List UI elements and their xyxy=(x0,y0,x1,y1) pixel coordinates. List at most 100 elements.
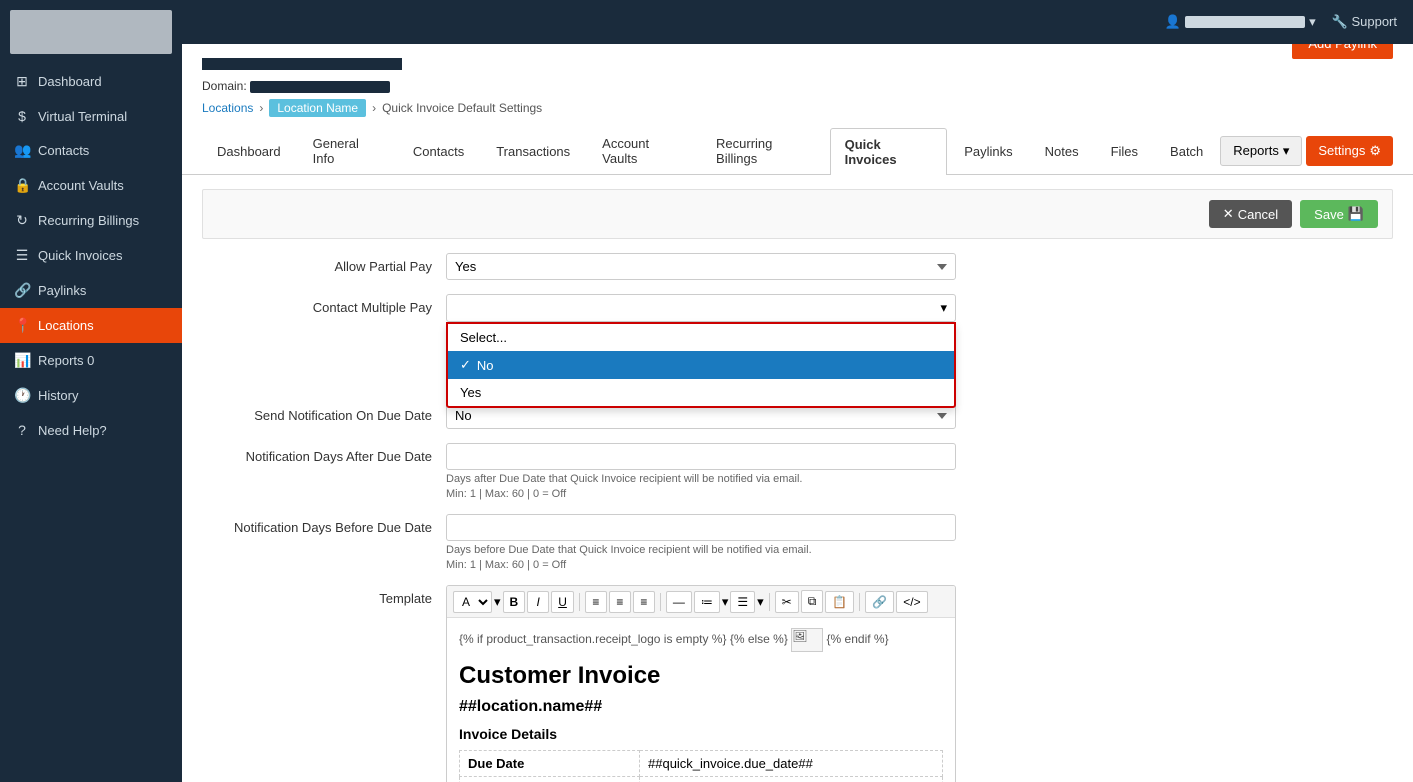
font-family-select[interactable]: A xyxy=(453,591,492,613)
cancel-x-icon: ✕ xyxy=(1223,206,1234,222)
align-center-button[interactable]: ≡ xyxy=(609,591,631,613)
editor-content[interactable]: {% if product_transaction.receipt_logo i… xyxy=(447,618,955,782)
breadcrumb-middle[interactable]: Location Name xyxy=(269,99,366,117)
toolbar-chevron-icon: ▾ xyxy=(494,594,501,610)
add-paylink-button[interactable]: Add Paylink xyxy=(1292,44,1393,59)
link-button[interactable]: 🔗 xyxy=(865,591,894,613)
domain-row: Domain: xyxy=(202,79,402,93)
underline-button[interactable]: U xyxy=(551,591,574,613)
settings-button[interactable]: Settings ⚙ xyxy=(1306,136,1393,166)
sidebar-item-need-help[interactable]: ? Need Help? xyxy=(0,413,182,447)
contact-multiple-pay-label: Contact Multiple Pay xyxy=(202,294,432,315)
invoice-table: Due Date ##quick_invoice.due_date## Invo… xyxy=(459,750,943,782)
option-label: Select... xyxy=(460,330,507,345)
sidebar-item-label: Need Help? xyxy=(38,423,107,438)
sidebar-item-account-vaults[interactable]: 🔒 Account Vaults xyxy=(0,168,182,203)
row-value: ##quick_invoice.title## xyxy=(640,777,943,782)
hr-button[interactable]: — xyxy=(666,591,692,613)
sidebar-item-label: Reports 0 xyxy=(38,353,94,368)
notification-days-after-help1: Days after Due Date that Quick Invoice r… xyxy=(446,473,956,485)
tab-batch[interactable]: Batch xyxy=(1155,135,1218,167)
reports-button[interactable]: Reports ▾ xyxy=(1220,136,1302,166)
cancel-button[interactable]: ✕ Cancel xyxy=(1209,200,1292,228)
topbar: 👤 ▾ 🔧 Support xyxy=(182,0,1413,44)
notification-days-before-label: Notification Days Before Due Date xyxy=(202,514,432,535)
locations-icon: 📍 xyxy=(14,317,30,334)
sidebar-item-history[interactable]: 🕐 History xyxy=(0,378,182,413)
tab-paylinks[interactable]: Paylinks xyxy=(949,135,1027,167)
cut-button[interactable]: ✂ xyxy=(775,591,799,613)
save-button[interactable]: Save 💾 xyxy=(1300,200,1378,228)
page-title xyxy=(202,58,402,70)
sidebar-item-label: Paylinks xyxy=(38,283,86,298)
notification-days-after-control: Days after Due Date that Quick Invoice r… xyxy=(446,443,956,500)
breadcrumb-sep2: › xyxy=(372,101,376,115)
paste-button[interactable]: 📋 xyxy=(825,591,854,613)
form-area: ✕ Cancel Save 💾 Allow Partial Pay Yes No xyxy=(182,175,1413,782)
contact-multiple-pay-row: Contact Multiple Pay ▾ Select... ✓ No xyxy=(202,294,1393,322)
sidebar-item-reports[interactable]: 📊 Reports 0 xyxy=(0,343,182,378)
tab-notes[interactable]: Notes xyxy=(1030,135,1094,167)
align-left-button[interactable]: ≡ xyxy=(585,591,607,613)
domain-value xyxy=(250,81,390,93)
notification-days-before-row: Notification Days Before Due Date Days b… xyxy=(202,514,1393,571)
tab-quick-invoices[interactable]: Quick Invoices xyxy=(830,128,948,175)
option-label: Yes xyxy=(460,385,481,400)
tab-contacts[interactable]: Contacts xyxy=(398,135,479,167)
tab-general-info[interactable]: General Info xyxy=(298,127,396,174)
code-button[interactable]: </> xyxy=(896,591,927,613)
tab-account-vaults[interactable]: Account Vaults xyxy=(587,127,699,174)
settings-gear-icon: ⚙ xyxy=(1369,143,1381,159)
tab-dashboard[interactable]: Dashboard xyxy=(202,135,296,167)
tab-transactions[interactable]: Transactions xyxy=(481,135,585,167)
form-actions: ✕ Cancel Save 💾 xyxy=(202,189,1393,239)
breadcrumb-locations[interactable]: Locations xyxy=(202,101,253,115)
align-right-button[interactable]: ≡ xyxy=(633,591,655,613)
invoice-details-title: Invoice Details xyxy=(459,726,943,742)
sidebar-item-label: Locations xyxy=(38,318,94,333)
sidebar-item-virtual-terminal[interactable]: $ Virtual Terminal xyxy=(0,99,182,133)
paylinks-icon: 🔗 xyxy=(14,282,30,299)
template-code-line1: {% if product_transaction.receipt_logo i… xyxy=(459,628,943,652)
dropdown-option-no[interactable]: ✓ No xyxy=(448,351,954,379)
notification-days-after-input[interactable] xyxy=(446,443,956,470)
bold-button[interactable]: B xyxy=(503,591,526,613)
template-row: Template A ▾ B I U ≡ ≡ ≡ xyxy=(202,585,1393,782)
sidebar-item-dashboard[interactable]: ⊞ Dashboard xyxy=(0,64,182,99)
copy-button[interactable]: ⧉ xyxy=(801,590,824,613)
separator-4 xyxy=(859,593,860,611)
domain-label: Domain: xyxy=(202,79,247,93)
sidebar-item-recurring-billings[interactable]: ↻ Recurring Billings xyxy=(0,203,182,238)
user-icon: 👤 xyxy=(1165,14,1181,30)
table-row: Invoice Title ##quick_invoice.title## xyxy=(460,777,943,782)
list-ol-button[interactable]: ☰ xyxy=(730,591,755,613)
contacts-icon: 👥 xyxy=(14,142,30,159)
list-ul-button[interactable]: ≔ xyxy=(694,591,720,613)
tab-recurring-billings[interactable]: Recurring Billings xyxy=(701,127,828,174)
recurring-icon: ↻ xyxy=(14,212,30,229)
sidebar-item-quick-invoices[interactable]: ☰ Quick Invoices xyxy=(0,238,182,273)
topbar-user[interactable]: 👤 ▾ xyxy=(1165,14,1316,30)
sidebar-item-locations[interactable]: 📍 Locations xyxy=(0,308,182,343)
reports-chevron-icon: ▾ xyxy=(1283,143,1290,159)
sidebar-item-paylinks[interactable]: 🔗 Paylinks xyxy=(0,273,182,308)
tab-files[interactable]: Files xyxy=(1096,135,1153,167)
trigger-chevron-icon: ▾ xyxy=(940,300,947,316)
sidebar-item-contacts[interactable]: 👥 Contacts xyxy=(0,133,182,168)
row-value: ##quick_invoice.due_date## xyxy=(640,751,943,777)
contact-multiple-pay-dropdown: Select... ✓ No Yes xyxy=(446,322,956,408)
sidebar-item-label: Virtual Terminal xyxy=(38,109,127,124)
dropdown-option-select[interactable]: Select... xyxy=(448,324,954,351)
contact-multiple-pay-control: ▾ Select... ✓ No Yes xyxy=(446,294,956,322)
invoices-icon: ☰ xyxy=(14,247,30,264)
allow-partial-pay-select[interactable]: Yes No xyxy=(446,253,956,280)
italic-button[interactable]: I xyxy=(527,591,549,613)
sidebar-item-label: Dashboard xyxy=(38,74,102,89)
editor-toolbar: A ▾ B I U ≡ ≡ ≡ — ≔ ▾ xyxy=(447,586,955,618)
dropdown-option-yes[interactable]: Yes xyxy=(448,379,954,406)
topbar-support[interactable]: 🔧 Support xyxy=(1332,14,1397,30)
notification-days-before-input[interactable] xyxy=(446,514,956,541)
contact-multiple-pay-trigger[interactable]: ▾ xyxy=(446,294,956,322)
help-icon: ? xyxy=(14,422,30,438)
sidebar-item-label: Contacts xyxy=(38,143,89,158)
